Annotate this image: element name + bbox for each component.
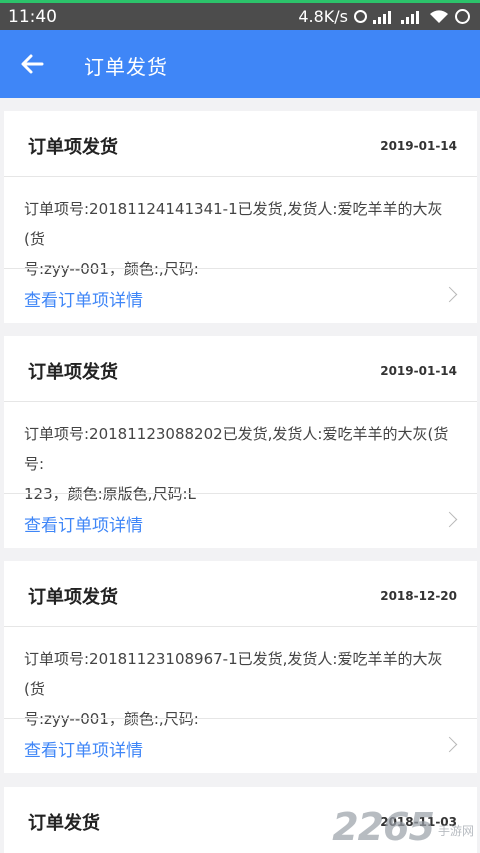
view-detail-link[interactable]: 查看订单项详情 <box>24 736 143 761</box>
card-title: 订单发货 <box>28 813 100 834</box>
card-title: 订单项发货 <box>28 587 118 608</box>
card-title: 订单项发货 <box>28 137 118 158</box>
chevron-right-icon <box>441 736 458 753</box>
battery-charging-icon <box>455 9 470 24</box>
card-title: 订单项发货 <box>28 362 118 383</box>
card-body-line: 订单项号:20181124141341-1已发货,发货人:爱吃羊羊的大灰(货 <box>24 200 443 248</box>
card-date: 2018-12-20 <box>380 589 457 603</box>
card-date: 2019-01-14 <box>380 139 457 153</box>
chevron-right-icon <box>441 286 458 303</box>
signal-icon <box>373 10 395 24</box>
watermark-logo: 2265 手游网 <box>332 805 474 849</box>
wifi-icon <box>430 9 448 23</box>
signal-icon-2 <box>401 10 423 24</box>
card-body-line: 订单项号:20181123108967-1已发货,发货人:爱吃羊羊的大灰(货 <box>24 650 443 698</box>
card-header: 订单项发货 2019-01-14 <box>4 111 477 177</box>
status-icons: 4.8K/s <box>298 7 470 26</box>
shipment-card: 订单项发货 2019-01-14 订单项号:20181124141341-1已发… <box>4 111 477 323</box>
status-bar: 11:40 4.8K/s <box>0 0 480 30</box>
card-header: 订单项发货 2019-01-14 <box>4 336 477 402</box>
page-title: 订单发货 <box>84 55 168 79</box>
network-speed: 4.8K/s <box>298 7 348 26</box>
view-detail-link[interactable]: 查看订单项详情 <box>24 511 143 536</box>
card-date: 2019-01-14 <box>380 364 457 378</box>
view-detail-row[interactable]: 查看订单项详情 <box>4 268 477 323</box>
view-detail-row[interactable]: 查看订单项详情 <box>4 493 477 548</box>
chevron-right-icon <box>441 511 458 528</box>
watermark-text: 手游网 <box>437 824 474 838</box>
view-detail-row[interactable]: 查看订单项详情 <box>4 718 477 773</box>
card-body-line: 订单项号:20181123088202已发货,发货人:爱吃羊羊的大灰(货号: <box>24 425 449 473</box>
view-detail-link[interactable]: 查看订单项详情 <box>24 286 143 311</box>
status-time: 11:40 <box>8 7 57 27</box>
watermark-number: 2265 <box>332 805 435 849</box>
app-bar: 订单发货 <box>0 30 480 98</box>
shipment-card: 订单项发货 2019-01-14 订单项号:20181123088202已发货,… <box>4 336 477 548</box>
alarm-icon <box>354 10 367 23</box>
back-arrow-icon[interactable] <box>14 46 50 82</box>
card-header: 订单项发货 2018-12-20 <box>4 561 477 627</box>
shipment-card: 订单项发货 2018-12-20 订单项号:20181123108967-1已发… <box>4 561 477 773</box>
